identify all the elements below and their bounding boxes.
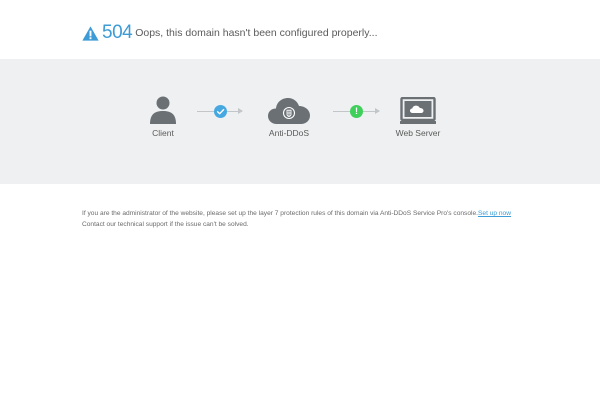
monitor-cloud-icon	[400, 97, 436, 124]
flow-node-anti-ddos: Anti-DDoS	[260, 97, 318, 138]
info-section: If you are the administrator of the webs…	[82, 209, 527, 230]
error-header: 504 Oops, this domain hasn't been config…	[82, 22, 378, 44]
check-circle-icon	[214, 104, 227, 118]
flow-node-web-server: Web Server	[391, 97, 445, 138]
admin-instruction-text: If you are the administrator of the webs…	[82, 210, 478, 217]
user-icon	[150, 96, 176, 124]
error-message: Oops, this domain hasn't been configured…	[135, 27, 378, 39]
flow-diagram: Client Anti-DDoS ! Web Server	[0, 59, 600, 184]
client-label: Client	[152, 128, 174, 138]
warning-symbol: !	[355, 105, 358, 116]
set-up-now-link[interactable]: Set up now	[478, 210, 511, 217]
flow-node-client: Client	[143, 96, 183, 138]
web-server-label: Web Server	[395, 128, 441, 138]
exclamation-circle-icon: !	[350, 104, 363, 118]
admin-instruction: If you are the administrator of the webs…	[82, 209, 527, 220]
anti-ddos-label: Anti-DDoS	[268, 128, 310, 138]
error-code: 504	[102, 22, 133, 43]
support-note: Contact our technical support if the iss…	[82, 220, 249, 228]
cloud-shield-icon	[268, 98, 310, 124]
warning-triangle-icon	[82, 25, 99, 41]
